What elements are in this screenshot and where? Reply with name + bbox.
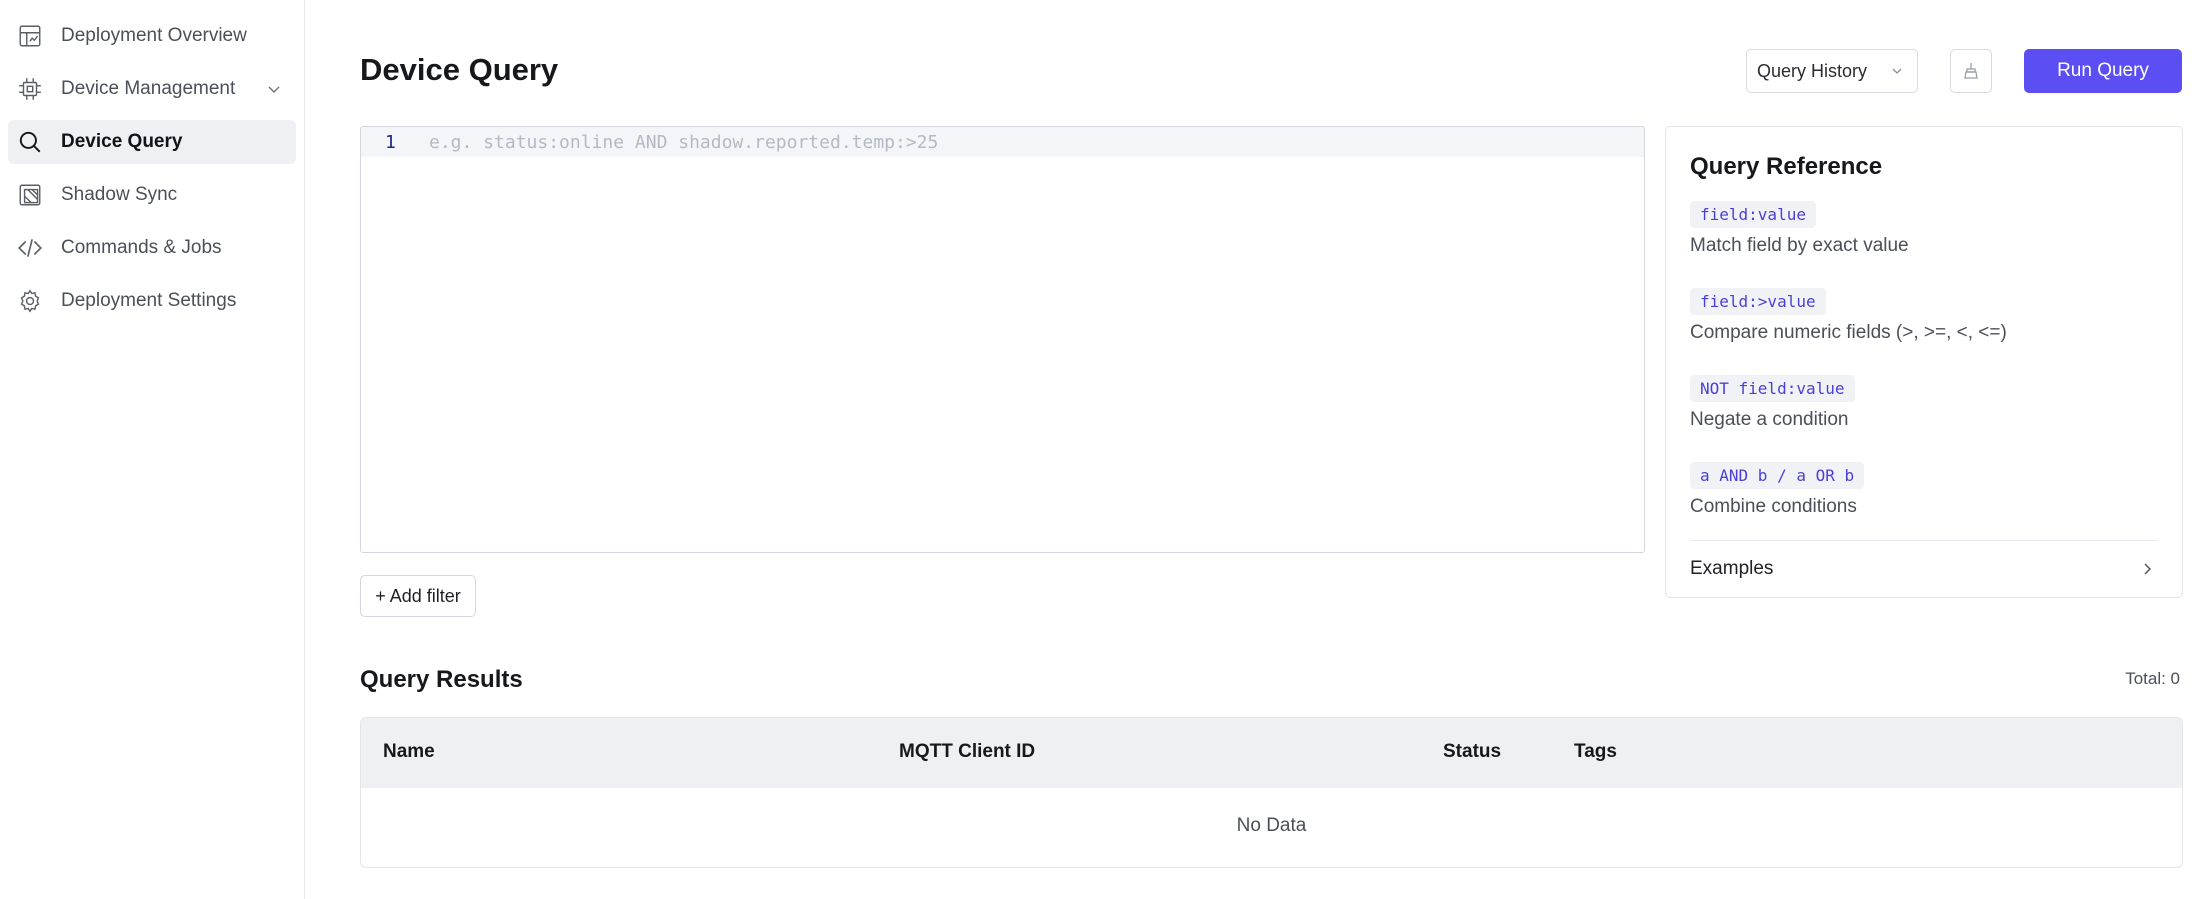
gear-icon — [16, 287, 44, 315]
results-total: Total: 0 — [2125, 669, 2180, 688]
sidebar-item-label: Device Query — [61, 131, 183, 152]
reference-item: NOT field:value Negate a condition — [1690, 375, 1855, 431]
reference-item: a AND b / a OR b Combine conditions — [1690, 462, 1865, 518]
search-icon — [16, 128, 44, 156]
clear-query-button[interactable] — [1950, 49, 1992, 93]
query-reference-panel: Query Reference field:value Match field … — [1665, 126, 2183, 598]
editor-placeholder: e.g. status:online AND shadow.reported.t… — [429, 131, 939, 153]
sidebar-item-commands-jobs[interactable]: Commands & Jobs — [8, 226, 296, 270]
reference-code: field:>value — [1690, 288, 1826, 315]
results-title: Query Results — [360, 666, 523, 693]
reference-description: Match field by exact value — [1690, 235, 1909, 256]
reference-code: a AND b / a OR b — [1690, 462, 1865, 489]
sidebar-item-device-management[interactable]: Device Management — [8, 67, 296, 111]
sidebar-item-label: Deployment Settings — [61, 290, 237, 311]
query-editor[interactable]: 1 e.g. status:online AND shadow.reported… — [360, 126, 1645, 553]
main-content: Device Query Query History Run Query 1 e… — [305, 0, 2199, 899]
chip-icon — [16, 75, 44, 103]
chevron-down-icon[interactable] — [264, 79, 284, 99]
query-reference-title: Query Reference — [1690, 153, 1883, 180]
line-number: 1 — [385, 131, 396, 153]
column-header-name[interactable]: Name — [383, 741, 435, 763]
sidebar-item-label: Shadow Sync — [61, 184, 178, 205]
broom-icon — [1964, 63, 1978, 79]
sync-frame-icon — [16, 181, 44, 209]
column-header-mqtt-client-id[interactable]: MQTT Client ID — [899, 741, 1035, 763]
sidebar-item-device-query[interactable]: Device Query — [8, 120, 296, 164]
table-header-row: Name MQTT Client ID Status Tags — [361, 718, 2182, 788]
add-filter-button[interactable]: + Add filter — [360, 575, 476, 617]
sidebar-item-deployment-settings[interactable]: Deployment Settings — [8, 279, 296, 323]
page-title: Device Query — [360, 52, 559, 87]
examples-toggle[interactable]: Examples — [1690, 541, 2158, 597]
sidebar-item-label: Device Management — [61, 78, 236, 99]
examples-label: Examples — [1690, 558, 1774, 579]
run-query-button[interactable]: Run Query — [2024, 49, 2182, 93]
reference-item: field:>value Compare numeric fields (>, … — [1690, 288, 2007, 344]
reference-description: Negate a condition — [1690, 409, 1849, 430]
results-table: Name MQTT Client ID Status Tags No Data — [360, 717, 2183, 868]
sidebar-item-label: Deployment Overview — [61, 25, 247, 46]
column-header-tags[interactable]: Tags — [1574, 741, 1617, 763]
reference-code: field:value — [1690, 201, 1816, 228]
code-icon — [16, 234, 44, 262]
sidebar-item-label: Commands & Jobs — [61, 237, 222, 258]
chevron-down-icon — [1892, 68, 1902, 74]
query-history-label: Query History — [1757, 60, 1868, 81]
chevron-right-icon — [2144, 563, 2151, 575]
editor-line[interactable]: 1 e.g. status:online AND shadow.reported… — [361, 127, 1644, 157]
sidebar-item-deployment-overview[interactable]: Deployment Overview — [8, 14, 296, 58]
reference-item: field:value Match field by exact value — [1690, 201, 1909, 257]
dashboard-icon — [16, 22, 44, 50]
reference-description: Combine conditions — [1690, 496, 1857, 517]
query-history-select[interactable]: Query History — [1746, 49, 1918, 93]
reference-code: NOT field:value — [1690, 375, 1855, 402]
sidebar-item-shadow-sync[interactable]: Shadow Sync — [8, 173, 296, 217]
reference-description: Compare numeric fields (>, >=, <, <=) — [1690, 322, 2007, 343]
column-header-status[interactable]: Status — [1443, 741, 1501, 763]
sidebar: Deployment Overview Device Management De… — [0, 0, 305, 899]
empty-state-text: No Data — [1236, 815, 1307, 836]
